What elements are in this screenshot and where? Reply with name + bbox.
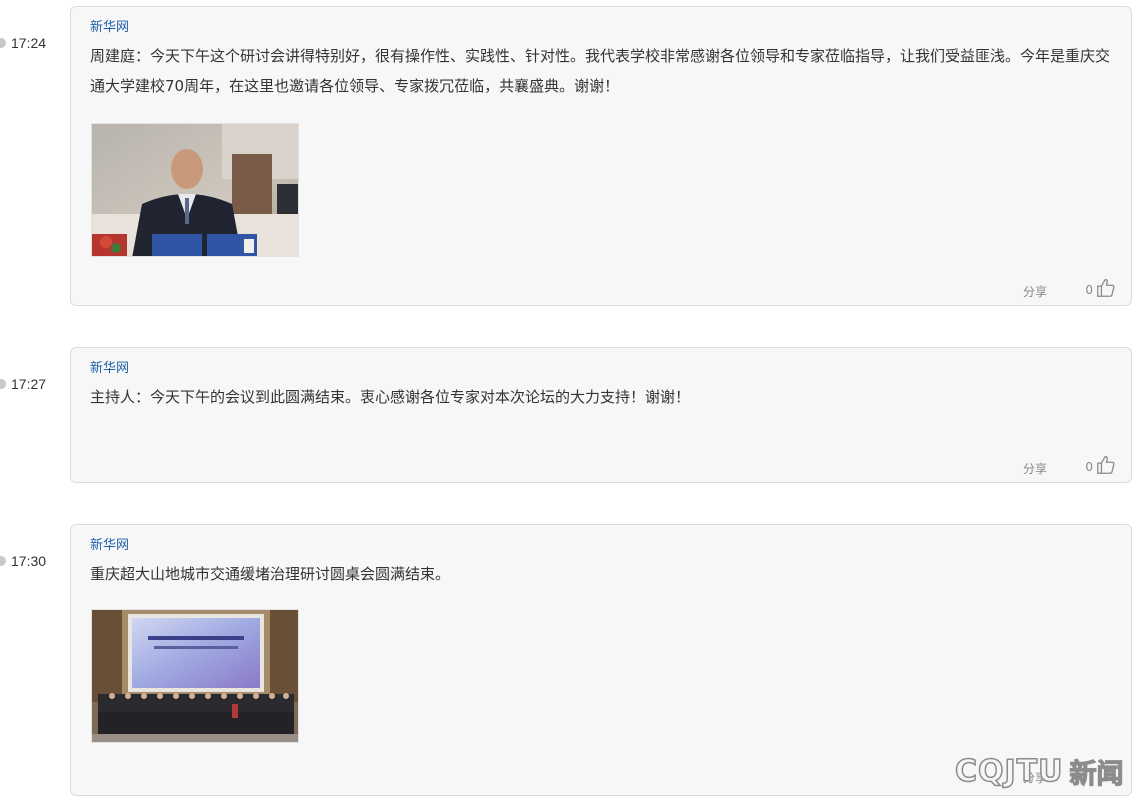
cqjtu-news-watermark: CQJTU 新闻: [954, 752, 1124, 791]
timeline-dot: [0, 379, 6, 389]
entry-card: 新华网 周建庭：今天下午这个研讨会讲得特别好，很有操作性、实践性、针对性。我代表…: [70, 6, 1132, 306]
entry-card: 新华网 主持人：今天下午的会议到此圆满结束。衷心感谢各位专家对本次论坛的大力支持…: [70, 347, 1132, 483]
entry-content: 重庆超大山地城市交通缓堵治理研讨圆桌会圆满结束。: [90, 565, 451, 583]
entry-time: 17:27: [11, 376, 47, 392]
entry-time: 17:30: [11, 553, 47, 569]
source-link[interactable]: 新华网: [90, 534, 129, 553]
thumbs-up-icon[interactable]: [1095, 277, 1117, 299]
timeline-dot: [0, 556, 6, 566]
source-link[interactable]: 新华网: [90, 16, 129, 35]
thumbs-up-icon[interactable]: [1095, 454, 1117, 476]
share-button[interactable]: 分享: [1023, 283, 1047, 300]
entry-content: 主持人：今天下午的会议到此圆满结束。衷心感谢各位专家对本次论坛的大力支持！谢谢！: [90, 388, 691, 406]
entry-photo-speaker[interactable]: [91, 123, 299, 257]
watermark-latin: CQJTU: [954, 753, 1064, 790]
like-count: 0: [1085, 283, 1093, 297]
like-count: 0: [1085, 460, 1093, 474]
timeline-dot: [0, 38, 6, 48]
entry-content: 周建庭：今天下午这个研讨会讲得特别好，很有操作性、实践性、针对性。我代表学校非常…: [90, 47, 1111, 95]
entry-photo-group[interactable]: [91, 609, 299, 743]
entry-time: 17:24: [11, 35, 47, 51]
watermark-cjk: 新闻: [1069, 758, 1124, 790]
share-button[interactable]: 分享: [1023, 460, 1047, 477]
source-link[interactable]: 新华网: [90, 357, 129, 376]
